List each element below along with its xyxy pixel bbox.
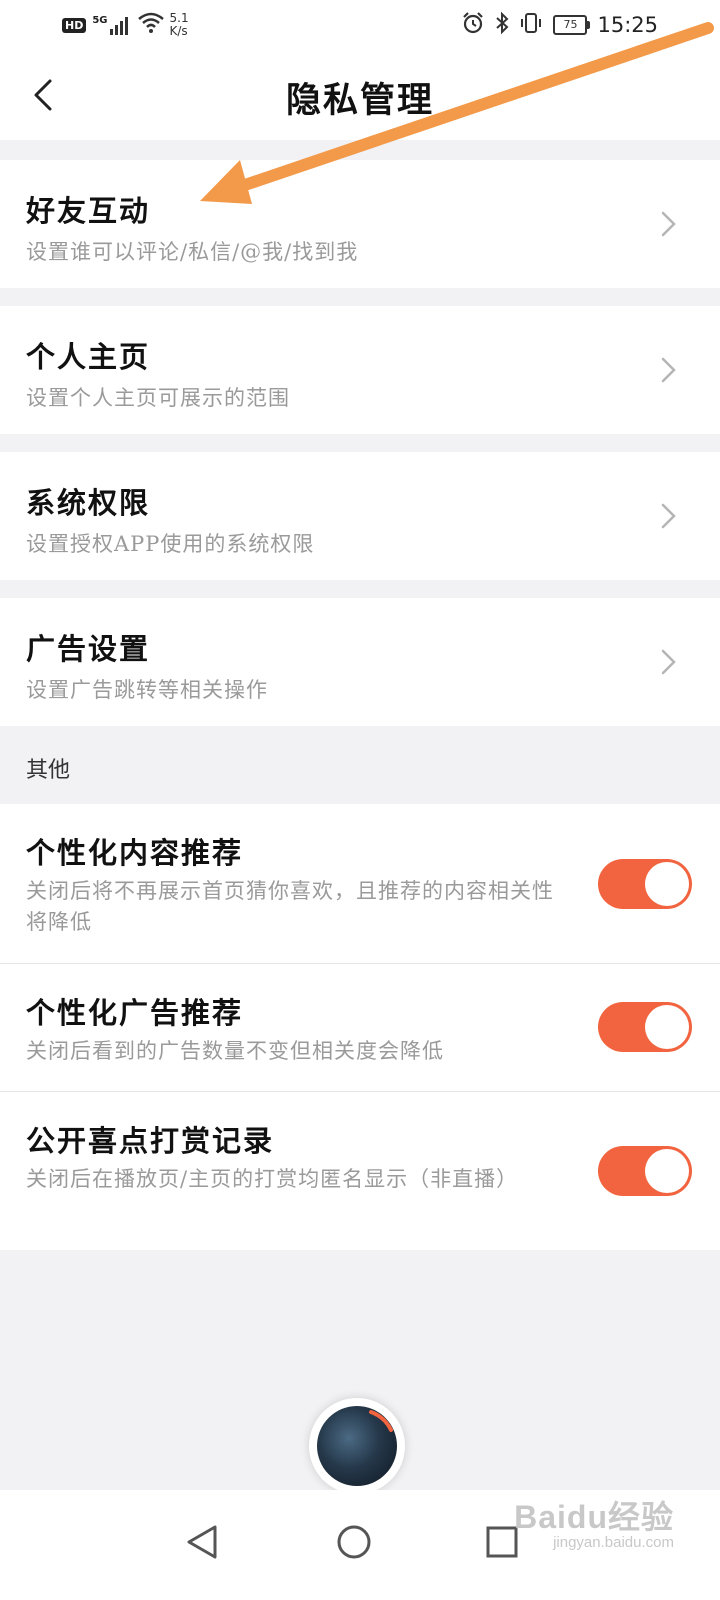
baidu-watermark: Baidu经验 jingyan.baidu.com [514,1492,674,1551]
status-right: 75 15:25 [461,10,658,40]
settings-item-subtitle: 设置授权APP使用的系统权限 [26,532,315,556]
network-speed: 5.1 K/s [170,12,198,38]
settings-item-title: 个人主页 [26,340,151,374]
toggle-row-personalized-content: 个性化内容推荐 关闭后将不再展示首页猜你喜欢，且推荐的内容相关性将降低 [0,804,720,964]
battery-icon: 75 [553,15,591,35]
status-left: HD 5G 5.1 K/s [62,10,198,40]
settings-item-title: 好友互动 [26,194,151,228]
speed-value: 5.1 [169,11,189,25]
personalized-ads-toggle[interactable] [598,1002,692,1052]
vibrate-icon [519,11,543,39]
toggle-row-public-tip-records: 公开喜点打赏记录 关闭后在播放页/主页的打赏均匿名显示（非直播） [0,1092,720,1250]
settings-item-subtitle: 设置个人主页可展示的范围 [26,386,290,410]
toggle-row-personalized-ads: 个性化广告推荐 关闭后看到的广告数量不变但相关度会降低 [0,964,720,1092]
toggle-knob [645,1005,689,1049]
settings-item-system-permissions[interactable]: 系统权限 设置授权APP使用的系统权限 [0,452,720,580]
toggle-row-subtitle: 关闭后在播放页/主页的打赏均匿名显示（非直播） [26,1167,519,1191]
nav-home-icon [337,1525,371,1559]
chevron-right-icon [661,649,676,675]
public-tip-records-toggle[interactable] [598,1146,692,1196]
chevron-right-icon [661,357,676,383]
chevron-right-icon [661,503,676,529]
nav-back-button[interactable] [172,1512,232,1572]
hd-badge: HD [62,17,87,33]
toggle-row-title: 公开喜点打赏记录 [26,1124,275,1158]
signal-icon: 5G [92,15,131,35]
network-type: 5G [92,15,108,26]
toggle-knob [645,862,689,906]
alarm-icon [461,11,485,39]
toggle-row-subtitle: 关闭后看到的广告数量不变但相关度会降低 [26,1039,444,1063]
section-label-other: 其他 [26,758,71,783]
settings-item-title: 系统权限 [26,486,151,520]
wifi-icon [137,12,164,38]
toggle-row-title: 个性化内容推荐 [26,836,244,870]
chevron-right-icon [661,211,676,237]
bluetooth-icon [495,11,509,39]
toggle-row-subtitle: 关闭后将不再展示首页猜你喜欢，且推荐的内容相关性将降低 [26,879,554,934]
speed-unit: K/s [169,24,188,38]
watermark-brand: Baidu经验 [514,1499,674,1535]
toggle-row-title: 个性化广告推荐 [26,996,244,1030]
page-title: 隐私管理 [285,80,434,121]
progress-ring [369,1410,393,1432]
header: 隐私管理 [0,50,720,140]
nav-back-icon [187,1525,217,1559]
settings-item-ad-settings[interactable]: 广告设置 设置广告跳转等相关操作 [0,598,720,726]
personalized-content-toggle[interactable] [598,859,692,909]
settings-item-subtitle: 设置广告跳转等相关操作 [26,678,268,702]
toggle-knob [645,1149,689,1193]
clock: 15:25 [597,13,658,37]
settings-item-friend-interaction[interactable]: 好友互动 设置谁可以评论/私信/@我/找到我 [0,160,720,288]
settings-item-personal-homepage[interactable]: 个人主页 设置个人主页可展示的范围 [0,306,720,434]
settings-item-subtitle: 设置谁可以评论/私信/@我/找到我 [26,240,359,264]
settings-item-title: 广告设置 [26,632,151,666]
nav-home-button[interactable] [324,1512,384,1572]
mini-player-button[interactable] [309,1398,405,1494]
status-bar: HD 5G 5.1 K/s 75 15:25 [0,0,720,50]
